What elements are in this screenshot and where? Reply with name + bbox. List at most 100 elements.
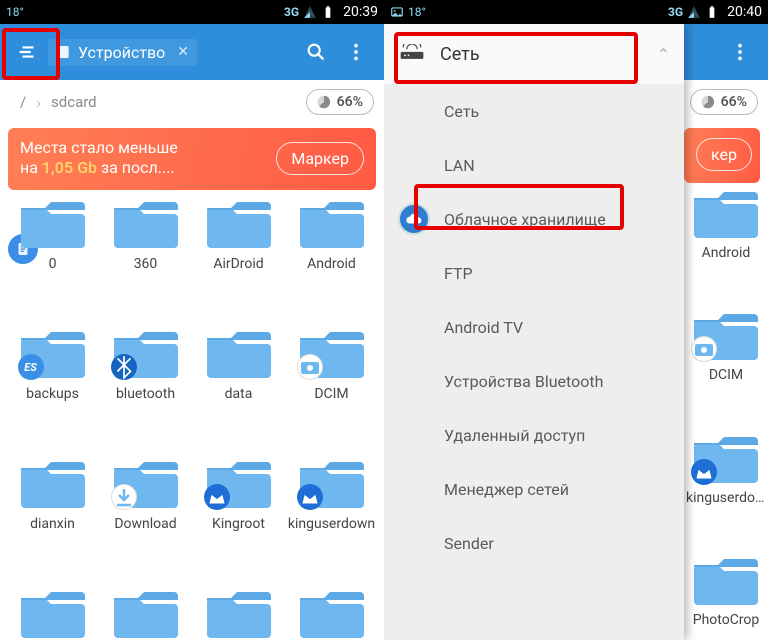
folder-icon [299, 586, 365, 638]
search-button[interactable] [296, 32, 336, 72]
folder-mob[interactable]: Mob [99, 544, 192, 640]
storage-pct: 66% [337, 94, 363, 110]
signal-icon [687, 5, 701, 19]
pie-icon [317, 95, 331, 109]
folder-data[interactable]: data [192, 284, 285, 414]
folder-backups[interactable]: ESbackups [6, 284, 99, 414]
folder-label: DCIM [288, 386, 376, 402]
drawer-item-удаленный-доступ[interactable]: Удаленный доступ [384, 408, 684, 462]
folder-icon [113, 456, 179, 508]
storage-indicator[interactable]: 66% [690, 89, 758, 115]
folder-label: 360 [102, 256, 190, 272]
folder-icon [693, 186, 759, 238]
drawer-item-устройства-bluetooth[interactable]: Устройства Bluetooth [384, 354, 684, 408]
tab-label: Устройство [78, 43, 165, 62]
clock: 20:40 [727, 4, 762, 20]
drawer-item-ftp[interactable]: FTP [384, 246, 684, 300]
folder-android[interactable]: Android [285, 154, 378, 284]
folder-icon [20, 586, 86, 638]
tab-device[interactable]: Устройство ✕ [48, 39, 197, 66]
folder-dianxin[interactable]: dianxin [6, 414, 99, 544]
drawer-item-android-tv[interactable]: Android TV [384, 300, 684, 354]
folder-label: Download [102, 516, 190, 532]
folder-icon [693, 308, 759, 360]
folder-label: 0 [9, 256, 97, 272]
overflow-button[interactable] [336, 32, 376, 72]
folder-icon [20, 456, 86, 508]
drawer-item-lan[interactable]: LAN [384, 138, 684, 192]
folder-icon [113, 196, 179, 248]
folder-label: dianxin [9, 516, 97, 532]
folder-photocrop[interactable]: PhotoCrop [285, 544, 378, 640]
temp-indicator: 18° [6, 5, 24, 19]
folder-icon [20, 196, 86, 248]
folder-icon [693, 431, 759, 483]
folder-dcim[interactable]: DCIM [684, 273, 768, 396]
folder-obb[interactable]: obb [192, 544, 285, 640]
folder-360[interactable]: 360 [99, 154, 192, 284]
folder-label: PhotoCrop [686, 613, 766, 628]
folder-label: kinguserdown [288, 516, 376, 532]
drawer-item-label: LAN [444, 156, 475, 175]
drawer-item-label: Сеть [444, 102, 479, 121]
folder-icon [206, 196, 272, 248]
folder-bluetooth[interactable]: bluetooth [99, 284, 192, 414]
folder-icon [206, 586, 272, 638]
breadcrumb: / › sdcard 66% [0, 80, 384, 124]
folder-label: Kingroot [195, 516, 283, 532]
folder-label: data [195, 386, 283, 402]
folder-0[interactable]: 0 [6, 154, 99, 284]
nav-drawer: Сеть ⌃ Сеть LAN Облачное хранилище FTP Andro… [384, 24, 684, 640]
image-icon [390, 5, 404, 19]
drawer-item-label: FTP [444, 264, 473, 283]
folder-icon [693, 553, 759, 605]
folder-kingroot[interactable]: Kingroot [192, 414, 285, 544]
folder-photocrop[interactable]: PhotoCrop [684, 518, 768, 640]
folder-icon [206, 326, 272, 378]
folder-kinguserdown[interactable]: kinguserdown [285, 414, 378, 544]
menu-button[interactable] [8, 32, 48, 72]
drawer-header-network[interactable]: Сеть ⌃ [384, 24, 684, 84]
drawer-item-менеджер-сетей[interactable]: Менеджер сетей [384, 462, 684, 516]
drawer-item-облачное-хранилище[interactable]: Облачное хранилище [384, 192, 684, 246]
folder-kinguserdown[interactable]: kinguserdown [684, 395, 768, 518]
pie-icon [701, 95, 715, 109]
folder-icon [299, 456, 365, 508]
router-icon [398, 44, 426, 64]
drawer-item-label: Менеджер сетей [444, 480, 569, 499]
tab-close-icon[interactable]: ✕ [171, 44, 189, 60]
drawer-item-label: Облачное хранилище [444, 210, 606, 229]
status-bar: 18° 3G 20:40 [384, 0, 768, 24]
left-screenshot: 18° 3G 20:39 Устройство ✕ [0, 0, 384, 640]
folder-grid-peek: Android DCIM kinguserdown PhotoCrop [684, 150, 768, 640]
folder-media[interactable]: Media [6, 544, 99, 640]
drawer-item-label: Android TV [444, 318, 523, 337]
folder-dcim[interactable]: DCIM [285, 284, 378, 414]
folder-label: AirDroid [195, 256, 283, 272]
storage-indicator[interactable]: 66% [306, 89, 374, 115]
folder-icon: ES [20, 326, 86, 378]
folder-label: DCIM [686, 368, 766, 383]
network-indicator: 3G [284, 5, 299, 19]
overflow-button[interactable] [720, 32, 760, 72]
folder-icon [113, 326, 179, 378]
drawer-item-сеть[interactable]: Сеть [384, 84, 684, 138]
status-bar: 18° 3G 20:39 [0, 0, 384, 24]
right-screenshot: 18° 3G 20:40 66% кер AndroidDCIMkinguse [384, 0, 768, 640]
signal-icon [303, 5, 317, 19]
battery-icon [705, 5, 719, 19]
folder-label: Android [686, 246, 766, 261]
drawer-item-label: Sender [444, 534, 494, 553]
network-indicator: 3G [668, 5, 683, 19]
folder-label: Android [288, 256, 376, 272]
folder-android[interactable]: Android [684, 150, 768, 273]
folder-icon [113, 586, 179, 638]
crumb-root[interactable]: / [10, 93, 36, 111]
drawer-item-sender[interactable]: Sender [384, 516, 684, 570]
folder-icon [299, 196, 365, 248]
drawer-item-label: Удаленный доступ [444, 426, 585, 445]
folder-airdroid[interactable]: AirDroid [192, 154, 285, 284]
folder-grid: 0 360 AirDroid Android ESbackupsbluetoothdat… [0, 150, 384, 640]
folder-download[interactable]: Download [99, 414, 192, 544]
crumb-sdcard[interactable]: sdcard [41, 93, 107, 111]
